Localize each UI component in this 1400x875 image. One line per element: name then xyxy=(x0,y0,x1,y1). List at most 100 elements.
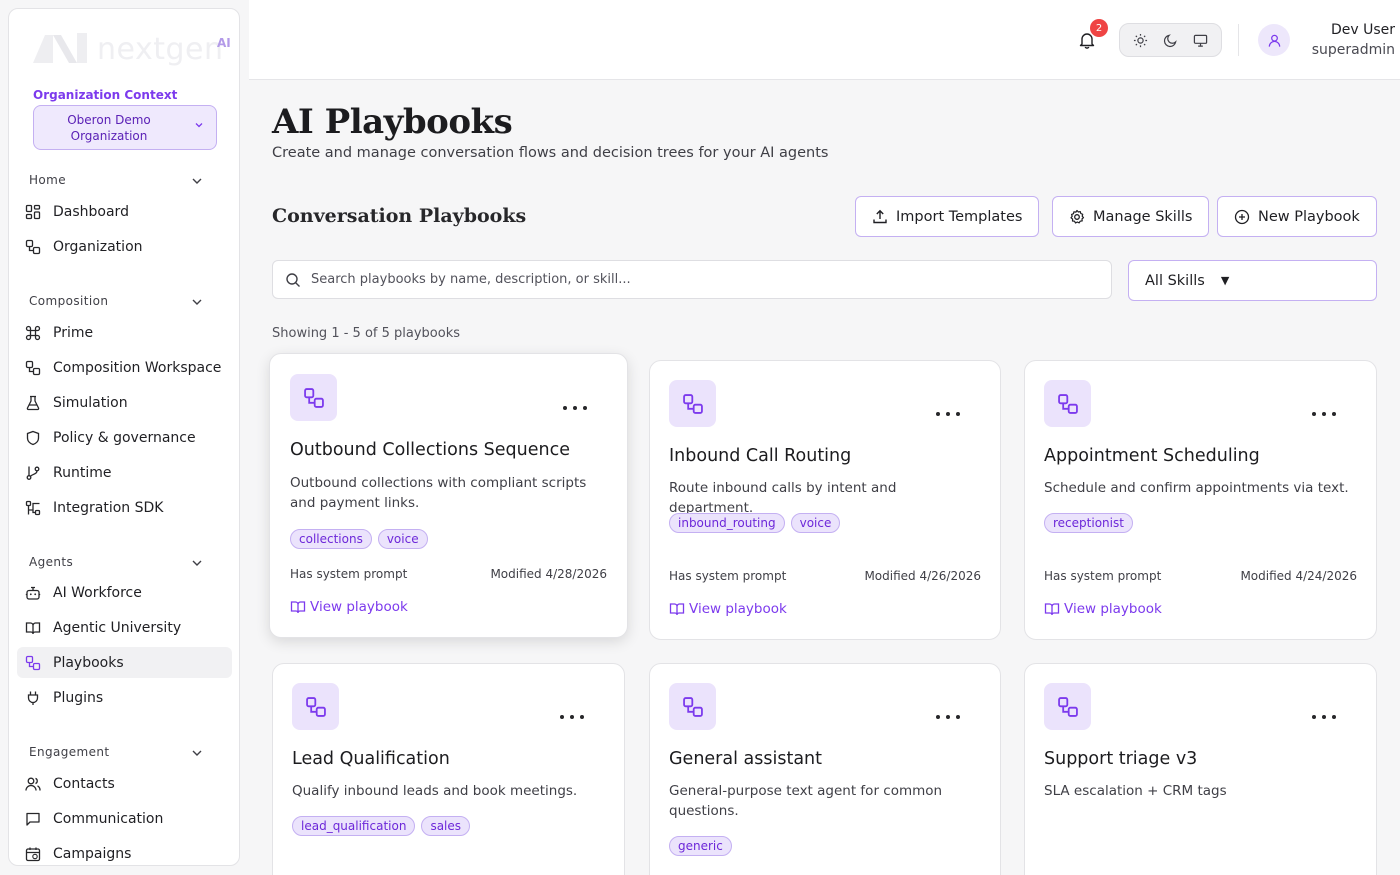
brand-ai-badge: AI xyxy=(217,36,231,50)
chevron-down-icon[interactable] xyxy=(191,747,203,759)
gear-icon xyxy=(1069,209,1085,225)
sidebar-item-label: Playbooks xyxy=(53,654,124,671)
playbook-title: Appointment Scheduling xyxy=(1044,446,1260,466)
sidebar-item-label: Prime xyxy=(53,324,94,341)
tag-list: generic xyxy=(669,836,732,856)
sidebar: nextgen AI Organization Context Oberon D… xyxy=(8,8,240,866)
org-selector[interactable]: Oberon Demo Organization xyxy=(33,105,217,150)
view-playbook-link[interactable]: View playbook xyxy=(290,599,408,615)
workflow-icon xyxy=(292,683,339,730)
book-open-icon xyxy=(290,599,306,615)
book-open-icon xyxy=(1044,601,1060,617)
playbook-card[interactable]: Inbound Call Routing Route inbound calls… xyxy=(649,360,1001,640)
playbook-card[interactable]: Support triage v3 SLA escalation + CRM t… xyxy=(1024,663,1377,875)
sidebar-item-campaigns[interactable]: Campaigns xyxy=(17,838,232,865)
manage-skills-button[interactable]: Manage Skills xyxy=(1052,196,1210,237)
sdk-icon xyxy=(25,500,41,516)
chevron-down-icon[interactable] xyxy=(191,175,203,187)
new-playbook-button[interactable]: New Playbook xyxy=(1217,196,1377,237)
chevron-down-icon[interactable] xyxy=(191,557,203,569)
playbook-description: Schedule and confirm appointments via te… xyxy=(1044,480,1349,496)
brand-logo[interactable]: nextgen AI xyxy=(31,29,239,69)
sidebar-item-policy-governance[interactable]: Policy & governance xyxy=(17,422,232,453)
import-templates-button[interactable]: Import Templates xyxy=(855,196,1040,237)
users-icon xyxy=(25,776,41,792)
playbook-title: Inbound Call Routing xyxy=(669,446,852,466)
sidebar-item-label: Dashboard xyxy=(53,203,129,220)
more-options-icon[interactable] xyxy=(560,712,584,722)
user-role: superadmin xyxy=(1311,42,1395,58)
git-branch-icon xyxy=(25,465,41,481)
playbook-title: Lead Qualification xyxy=(292,749,450,769)
more-options-icon[interactable] xyxy=(1312,712,1336,722)
button-label: Import Templates xyxy=(896,208,1023,225)
view-playbook-link[interactable]: View playbook xyxy=(669,601,787,617)
more-options-icon[interactable] xyxy=(936,409,960,419)
sidebar-item-label: Runtime xyxy=(53,464,112,481)
flask-icon xyxy=(25,395,41,411)
sidebar-item-label: Composition Workspace xyxy=(53,359,222,376)
view-playbook-link[interactable]: View playbook xyxy=(1044,601,1162,617)
sidebar-item-label: Contacts xyxy=(53,775,115,792)
tag: receptionist xyxy=(1044,513,1133,533)
playbook-description: General-purpose text agent for common qu… xyxy=(669,783,943,819)
workflow-icon xyxy=(25,239,41,255)
playbook-title: General assistant xyxy=(669,749,823,769)
tag-list: lead_qualification sales xyxy=(292,816,471,836)
sun-icon[interactable] xyxy=(1128,27,1154,53)
tag: sales xyxy=(421,816,471,836)
moon-icon[interactable] xyxy=(1157,27,1183,53)
playbook-card[interactable]: Lead Qualification Qualify inbound leads… xyxy=(272,663,625,875)
playbook-description: Route inbound calls by intent and depart… xyxy=(669,480,897,516)
sidebar-item-label: Policy & governance xyxy=(53,429,196,446)
sidebar-item-composition-workspace[interactable]: Composition Workspace xyxy=(17,352,232,383)
notification-badge: 2 xyxy=(1090,19,1108,37)
avatar[interactable] xyxy=(1258,24,1290,56)
shield-icon xyxy=(25,430,41,446)
page-subtitle: Create and manage conversation flows and… xyxy=(272,145,829,161)
button-label: Manage Skills xyxy=(1093,208,1193,225)
book-icon xyxy=(25,620,41,636)
playbook-card[interactable]: Outbound Collections Sequence Outbound c… xyxy=(269,353,628,638)
top-bar: 2 Dev User superadmin xyxy=(249,0,1400,80)
sidebar-item-label: Campaigns xyxy=(53,845,132,862)
book-open-icon xyxy=(669,601,685,617)
sidebar-item-label: Simulation xyxy=(53,394,128,411)
sidebar-item-runtime[interactable]: Runtime xyxy=(17,457,232,488)
sidebar-item-ai-workforce[interactable]: AI Workforce xyxy=(17,577,232,608)
search-input[interactable] xyxy=(311,272,1091,287)
sidebar-item-organization[interactable]: Organization xyxy=(17,231,232,262)
sidebar-item-label: AI Workforce xyxy=(53,584,142,601)
sidebar-item-label: Organization xyxy=(53,238,143,255)
calendar-icon xyxy=(25,846,41,862)
search-icon xyxy=(285,272,301,288)
sidebar-item-integration-sdk[interactable]: Integration SDK xyxy=(17,492,232,523)
workflow-icon xyxy=(669,683,716,730)
more-options-icon[interactable] xyxy=(936,712,960,722)
sidebar-item-plugins[interactable]: Plugins xyxy=(17,682,232,713)
sidebar-item-playbooks[interactable]: Playbooks xyxy=(17,647,232,678)
tag: inbound_routing xyxy=(669,513,785,533)
plus-circle-icon xyxy=(1234,209,1250,225)
monitor-icon[interactable] xyxy=(1187,27,1213,53)
tag: collections xyxy=(290,529,372,549)
sidebar-item-agentic-university[interactable]: Agentic University xyxy=(17,612,232,643)
chevron-down-icon xyxy=(194,120,204,133)
sidebar-item-dashboard[interactable]: Dashboard xyxy=(17,196,232,227)
playbook-card[interactable]: Appointment Scheduling Schedule and conf… xyxy=(1024,360,1377,640)
sidebar-item-simulation[interactable]: Simulation xyxy=(17,387,232,418)
sidebar-item-prime[interactable]: Prime xyxy=(17,317,232,348)
logo-mark-icon xyxy=(33,33,87,63)
sidebar-item-communication[interactable]: Communication xyxy=(17,803,232,834)
more-options-icon[interactable] xyxy=(563,403,587,413)
skills-filter-select[interactable]: All Skills ▼ xyxy=(1128,260,1377,301)
playbook-description: Qualify inbound leads and book meetings. xyxy=(292,783,578,799)
tag: lead_qualification xyxy=(292,816,416,836)
sidebar-item-label: Integration SDK xyxy=(53,499,164,516)
more-options-icon[interactable] xyxy=(1312,409,1336,419)
divider xyxy=(1238,24,1239,56)
chevron-down-icon[interactable] xyxy=(191,296,203,308)
user-icon xyxy=(1268,34,1280,47)
playbook-card[interactable]: General assistant General-purpose text a… xyxy=(649,663,1001,875)
sidebar-item-contacts[interactable]: Contacts xyxy=(17,768,232,799)
